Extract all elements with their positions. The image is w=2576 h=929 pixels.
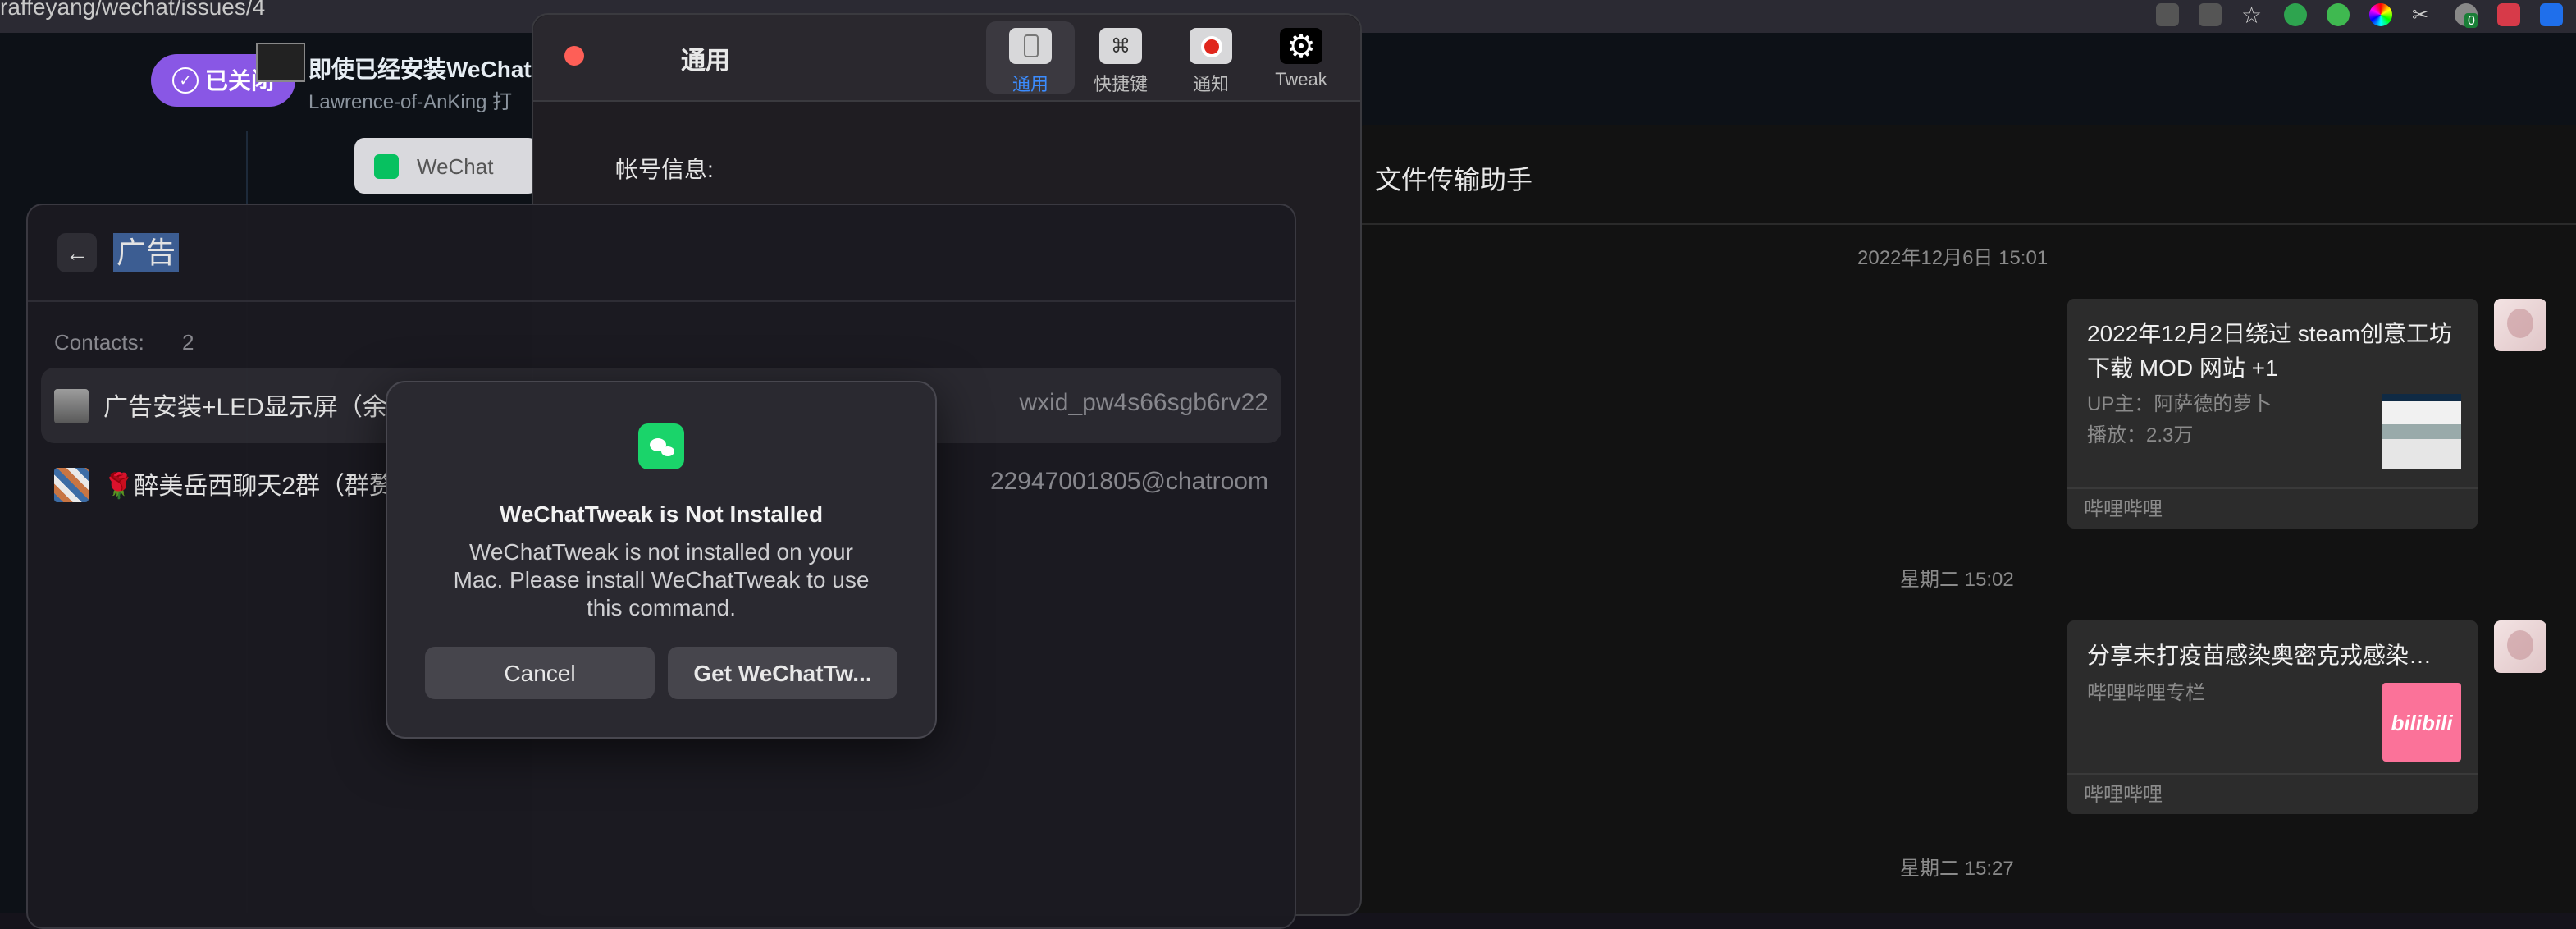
tab-tweak[interactable]: ⚙ Tweak bbox=[1257, 21, 1345, 94]
contact-name: 广告安装+LED显示屏（余 bbox=[103, 394, 387, 422]
check-circle-icon: ✓ bbox=[172, 67, 199, 94]
card-column-label: 哔哩哔哩专栏 bbox=[2087, 681, 2206, 704]
tab-general[interactable]: 通用 bbox=[986, 21, 1075, 95]
extension-badge: 0 bbox=[2464, 13, 2478, 28]
tab-notifications[interactable]: 通知 bbox=[1167, 21, 1255, 95]
alert-title: WeChatTweak is Not Installed bbox=[499, 501, 824, 527]
tab-shortcuts[interactable]: ⌘ 快捷键 bbox=[1076, 21, 1165, 95]
avatar[interactable] bbox=[2494, 299, 2546, 351]
extension-icons: ☆ ✂ 0 bbox=[2156, 0, 2563, 30]
tab-label: 通用 bbox=[1012, 76, 1048, 95]
section-count: 2 bbox=[182, 330, 194, 355]
card-views: 播放：2.3万 bbox=[2087, 423, 2194, 446]
bookmark-star-icon[interactable]: ☆ bbox=[2241, 3, 2264, 26]
extension-color-icon[interactable] bbox=[2369, 3, 2392, 26]
avatar bbox=[54, 389, 89, 423]
message-timestamp: 星期二 15:27 bbox=[1900, 857, 2014, 880]
tab-label: 通知 bbox=[1193, 76, 1229, 95]
alert-dialog: WeChatTweak is Not Installed WeChatTweak… bbox=[386, 381, 937, 739]
chat-divider bbox=[1355, 223, 2576, 225]
contact-name: 🌹醉美岳西聊天2群（群赘 bbox=[103, 473, 395, 501]
alert-message: WeChatTweak is not installed on your Mac… bbox=[453, 538, 870, 620]
card-title: 2022年12月2日绕过 steam创意工坊下载 MOD 网站 +1 bbox=[2087, 320, 2453, 381]
translate-icon[interactable] bbox=[2156, 3, 2179, 26]
tab-label: 快捷键 bbox=[1094, 76, 1148, 95]
back-arrow-icon[interactable]: ← bbox=[57, 233, 97, 272]
bilibili-logo-icon: bilibili bbox=[2382, 683, 2461, 762]
contact-account: wxid_pw4s66sgb6rv22 bbox=[1019, 389, 1268, 417]
link-card[interactable]: 分享未打疫苗感染奥密克戎感染… 哔哩哔哩专栏 bilibili 哔哩哔哩 bbox=[2067, 620, 2478, 814]
extension-green-icon[interactable] bbox=[2284, 3, 2307, 26]
contact-account: 22947001805@chatroom bbox=[989, 468, 1268, 496]
divider bbox=[28, 300, 1295, 302]
close-window-button[interactable] bbox=[564, 46, 584, 66]
tab-label: Tweak bbox=[1275, 71, 1327, 90]
wechat-tab-label: WeChat bbox=[417, 154, 494, 179]
card-uploader: UP主：阿萨德的萝卜 bbox=[2087, 392, 2272, 415]
cancel-button[interactable]: Cancel bbox=[425, 647, 655, 699]
account-info-label: 帐号信息: bbox=[615, 156, 714, 182]
section-label: Contacts: bbox=[54, 330, 144, 355]
link-card[interactable]: 2022年12月2日绕过 steam创意工坊下载 MOD 网站 +1 UP主：阿… bbox=[2067, 299, 2478, 529]
card-source: 哔哩哔哩 bbox=[2067, 773, 2478, 814]
gear-icon: ⚙ bbox=[1280, 28, 1322, 65]
card-title: 分享未打疫苗感染奥密克戎感染… bbox=[2087, 642, 2432, 668]
chat-title: 文件传输助手 bbox=[1375, 167, 1533, 195]
scissors-icon[interactable]: ✂ bbox=[2412, 3, 2435, 26]
extension-blue-icon[interactable] bbox=[2540, 3, 2563, 26]
record-icon bbox=[1190, 28, 1232, 64]
settings-title: 通用 bbox=[681, 48, 731, 76]
message-timestamp: 星期二 15:02 bbox=[1900, 568, 2014, 591]
address-bar[interactable]: raffeyang/wechat/issues/4 bbox=[0, 0, 265, 20]
extension-red-icon[interactable] bbox=[2497, 3, 2520, 26]
issue-title: 即使已经安装WeChat bbox=[308, 56, 532, 82]
image-placeholder-icon bbox=[256, 43, 305, 82]
wechat-app-icon bbox=[638, 423, 684, 469]
message-timestamp: 2022年12月6日 15:01 bbox=[1857, 246, 2048, 269]
cloud-icon[interactable]: 0 bbox=[2455, 3, 2478, 28]
issue-author-line: Lawrence-of-AnKing 打 bbox=[308, 90, 513, 113]
get-wechattweak-button[interactable]: Get WeChatTw... bbox=[668, 647, 897, 699]
search-input[interactable]: 广告 bbox=[113, 233, 179, 272]
share-icon[interactable] bbox=[2199, 3, 2222, 26]
wechat-icon bbox=[374, 154, 399, 179]
command-icon: ⌘ bbox=[1099, 28, 1142, 64]
avatar bbox=[54, 468, 89, 502]
avatar[interactable] bbox=[2494, 620, 2546, 673]
video-thumbnail bbox=[2382, 394, 2461, 469]
switch-icon bbox=[1009, 28, 1052, 64]
card-source: 哔哩哔哩 bbox=[2067, 487, 2478, 529]
extension-shield-icon[interactable] bbox=[2327, 3, 2350, 26]
